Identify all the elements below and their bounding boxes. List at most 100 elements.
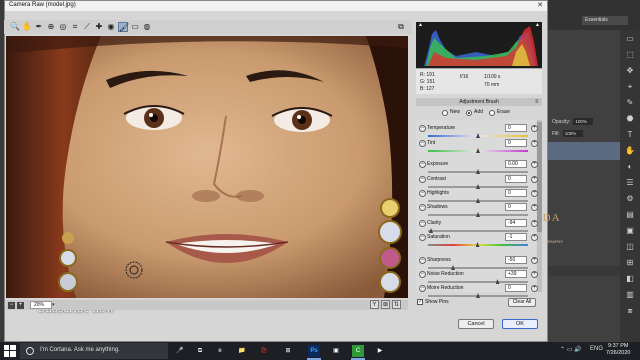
mode-new-radio[interactable] — [442, 110, 448, 116]
cancel-button[interactable]: Cancel — [458, 319, 494, 329]
saturation-value-field[interactable]: -1 — [505, 233, 527, 241]
spot-removal-icon[interactable]: ✚ — [94, 22, 104, 32]
photoshop-tool-2-icon[interactable]: ⬚ — [625, 50, 635, 59]
panel-menu-icon[interactable]: ≡ — [535, 98, 541, 106]
sharpness-decrease-button[interactable]: − — [419, 257, 426, 264]
clarity-decrease-button[interactable]: − — [419, 220, 426, 227]
target-adjustment-icon[interactable]: ◎ — [58, 22, 68, 32]
language-indicator[interactable]: ENG — [590, 346, 603, 352]
adjustment-brush-icon[interactable]: 🖌 — [118, 22, 129, 32]
photoshop-tool-8-icon[interactable]: ✋ — [625, 146, 635, 155]
noise-reduction-decrease-button[interactable]: − — [419, 271, 426, 278]
shadows-decrease-button[interactable]: − — [419, 204, 426, 211]
photoshop-tool-17-icon[interactable]: ▥ — [625, 290, 635, 299]
white-balance-icon[interactable]: ✒ — [34, 22, 44, 32]
sharpness-value-field[interactable]: -50 — [505, 256, 527, 264]
before-after-icon[interactable]: Y — [370, 300, 379, 309]
highlights-value-field[interactable]: 0 — [505, 189, 527, 197]
photoshop-tool-11-icon[interactable]: ⚙ — [625, 194, 635, 203]
tint-decrease-button[interactable]: − — [419, 140, 426, 147]
color-sampler-icon[interactable]: ⊕ — [46, 22, 56, 32]
temperature-increase-button[interactable]: + — [531, 125, 538, 132]
media-icon[interactable]: ▶ — [374, 345, 386, 357]
contrast-value-field[interactable]: 0 — [505, 175, 527, 183]
sharpness-slider-track[interactable] — [428, 267, 528, 269]
photoshop-tool-4-icon[interactable]: ⌖ — [625, 82, 635, 91]
contrast-decrease-button[interactable]: − — [419, 176, 426, 183]
noise-reduction-value-field[interactable]: +39 — [505, 270, 527, 278]
photoshop-tool-18-icon[interactable]: ⧈ — [625, 306, 635, 315]
photoshop-tool-12-icon[interactable]: ▤ — [625, 210, 635, 219]
chevron-down-icon[interactable]: ▾ — [52, 301, 58, 309]
fill-field[interactable]: 100% — [562, 130, 583, 137]
image-preview[interactable] — [6, 36, 408, 298]
moire-reduction-decrease-button[interactable]: − — [419, 285, 426, 292]
zoom-in-button[interactable]: + — [17, 302, 24, 309]
photoshop-tool-15-icon[interactable]: ⊞ — [625, 258, 635, 267]
temperature-decrease-button[interactable]: − — [419, 125, 426, 132]
photoshop-tool-3-icon[interactable]: ✥ — [625, 66, 635, 75]
red-eye-icon[interactable]: ◉ — [106, 22, 116, 32]
tray-icons[interactable]: ⌃ ▭ 🔊 — [560, 346, 582, 353]
moire-reduction-increase-button[interactable]: + — [531, 285, 538, 292]
photoshop-tool-5-icon[interactable]: ✎ — [625, 98, 635, 107]
task-view-icon[interactable]: ⧉ — [194, 345, 206, 357]
toggle-view-icon[interactable]: ⊠ — [381, 300, 390, 309]
camtasia-icon[interactable]: C — [352, 345, 364, 357]
photoshop-tool-14-icon[interactable]: ◫ — [625, 242, 635, 251]
straighten-icon[interactable]: ⟋ — [82, 22, 92, 32]
store-icon[interactable]: 🛍 — [258, 345, 270, 357]
workspace-switcher[interactable]: Essentials — [582, 16, 628, 25]
highlight-clipping-icon[interactable]: ▲ — [535, 23, 540, 28]
hand-icon[interactable]: ✋ — [22, 22, 32, 32]
photoshop-tool-1-icon[interactable]: ▭ — [625, 34, 635, 43]
exposure-value-field[interactable]: 0.00 — [505, 160, 527, 168]
mic-icon[interactable]: 🎤 — [174, 345, 186, 357]
saturation-increase-button[interactable]: + — [531, 234, 538, 241]
mode-add-radio[interactable] — [466, 110, 472, 116]
photoshop-tool-6-icon[interactable]: ⬣ — [625, 114, 635, 123]
close-icon[interactable]: ✕ — [535, 2, 545, 10]
zoom-level-select[interactable]: 20% — [30, 301, 52, 309]
shadows-value-field[interactable]: 0 — [505, 203, 527, 211]
clarity-slider-track[interactable] — [428, 230, 528, 232]
shadows-increase-button[interactable]: + — [531, 204, 538, 211]
sharpness-increase-button[interactable]: + — [531, 257, 538, 264]
photoshop-tool-7-icon[interactable]: T — [625, 130, 635, 139]
edge-icon[interactable]: e — [214, 345, 226, 357]
mode-erase-radio[interactable] — [489, 110, 495, 116]
clarity-value-field[interactable]: -94 — [505, 219, 527, 227]
swap-view-icon[interactable]: ⇅ — [392, 300, 401, 309]
exposure-decrease-button[interactable]: − — [419, 161, 426, 168]
photoshop-tool-13-icon[interactable]: ▣ — [625, 226, 635, 235]
photoshop-tool-16-icon[interactable]: ◧ — [625, 274, 635, 283]
moire-reduction-value-field[interactable]: 0 — [505, 284, 527, 292]
noise-reduction-increase-button[interactable]: + — [531, 271, 538, 278]
opacity-field[interactable]: 100% — [573, 118, 594, 125]
noise-reduction-slider-track[interactable] — [428, 281, 528, 283]
photoshop-tool-9-icon[interactable]: ◐ — [625, 162, 635, 171]
explorer-icon[interactable]: 📁 — [236, 345, 248, 357]
graduated-filter-icon[interactable]: ▭ — [130, 22, 140, 32]
radial-filter-icon[interactable]: ◍ — [142, 22, 152, 32]
fullscreen-toggle-icon[interactable]: ⧉ — [394, 22, 408, 32]
zoom-icon[interactable]: 🔍 — [10, 22, 20, 32]
photoshop-icon[interactable]: Ps — [308, 345, 320, 357]
saturation-decrease-button[interactable]: − — [419, 234, 426, 241]
clarity-increase-button[interactable]: + — [531, 220, 538, 227]
photoshop-tool-10-icon[interactable]: ☰ — [625, 178, 635, 187]
windows-icon[interactable]: ⊞ — [282, 345, 294, 357]
temperature-value-field[interactable]: 0 — [505, 124, 527, 132]
clear-all-button[interactable]: Clear All — [508, 298, 536, 307]
tint-increase-button[interactable]: + — [531, 140, 538, 147]
highlights-increase-button[interactable]: + — [531, 190, 538, 197]
contrast-increase-button[interactable]: + — [531, 176, 538, 183]
shadow-clipping-icon[interactable]: ▲ — [418, 23, 423, 28]
ok-button[interactable]: OK — [502, 319, 538, 329]
tint-value-field[interactable]: 0 — [505, 139, 527, 147]
system-clock[interactable]: 9:37 PM 7/26/2020 — [606, 343, 630, 357]
crop-icon[interactable]: ⌗ — [70, 22, 80, 32]
highlights-decrease-button[interactable]: − — [419, 190, 426, 197]
exposure-increase-button[interactable]: + — [531, 161, 538, 168]
start-windows-icon[interactable] — [4, 345, 16, 357]
